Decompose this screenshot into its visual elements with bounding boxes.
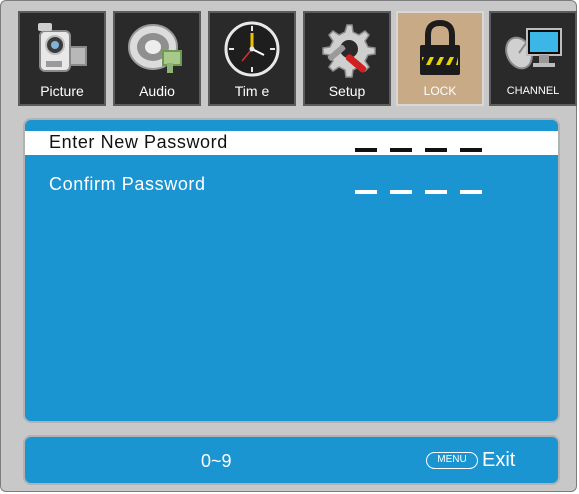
tab-label-channel: CHANNEL <box>506 85 560 97</box>
password-slot <box>425 190 447 194</box>
menu-tab-bar: Picture Audio Tim e Setup LOCK CHANNEL <box>1 1 579 111</box>
tab-lock[interactable]: LOCK <box>396 11 484 106</box>
password-slot <box>355 190 377 194</box>
gear-tools-icon <box>315 17 379 81</box>
password-panel: Enter New Password Confirm Password <box>23 118 560 423</box>
tab-label-time: Tim e <box>234 83 270 99</box>
password-slot <box>425 148 447 152</box>
speaker-icon <box>125 17 189 81</box>
confirm-password-row[interactable]: Confirm Password <box>25 173 558 197</box>
digit-range-hint: 0~9 <box>201 451 232 471</box>
confirm-password-label: Confirm Password <box>49 174 206 194</box>
clock-icon <box>220 17 284 81</box>
tab-label-picture: Picture <box>40 83 84 99</box>
satellite-monitor-icon <box>501 17 565 81</box>
password-slot <box>390 190 412 194</box>
tab-label-lock: LOCK <box>423 84 457 98</box>
password-slot <box>390 148 412 152</box>
tab-channel[interactable]: CHANNEL <box>489 11 577 106</box>
new-password-input[interactable] <box>355 148 485 152</box>
osd-menu-frame: Picture Audio Tim e Setup LOCK CHANNEL E… <box>0 0 577 492</box>
password-slot <box>460 148 482 152</box>
tab-label-audio: Audio <box>139 83 175 99</box>
exit-hint[interactable]: Exit <box>482 449 515 472</box>
tab-picture[interactable]: Picture <box>18 11 106 106</box>
password-slot <box>355 148 377 152</box>
tab-setup[interactable]: Setup <box>303 11 391 106</box>
menu-key-badge: MENU <box>426 452 478 469</box>
new-password-row[interactable]: Enter New Password <box>25 131 558 155</box>
tab-label-setup: Setup <box>328 83 366 99</box>
tab-audio[interactable]: Audio <box>113 11 201 106</box>
hint-bar: 0~9 MENU Exit <box>23 435 560 485</box>
tab-time[interactable]: Tim e <box>208 11 296 106</box>
padlock-icon <box>408 17 472 81</box>
new-password-label: Enter New Password <box>49 132 228 152</box>
confirm-password-input[interactable] <box>355 190 485 194</box>
camera-icon <box>30 17 94 81</box>
password-slot <box>460 190 482 194</box>
